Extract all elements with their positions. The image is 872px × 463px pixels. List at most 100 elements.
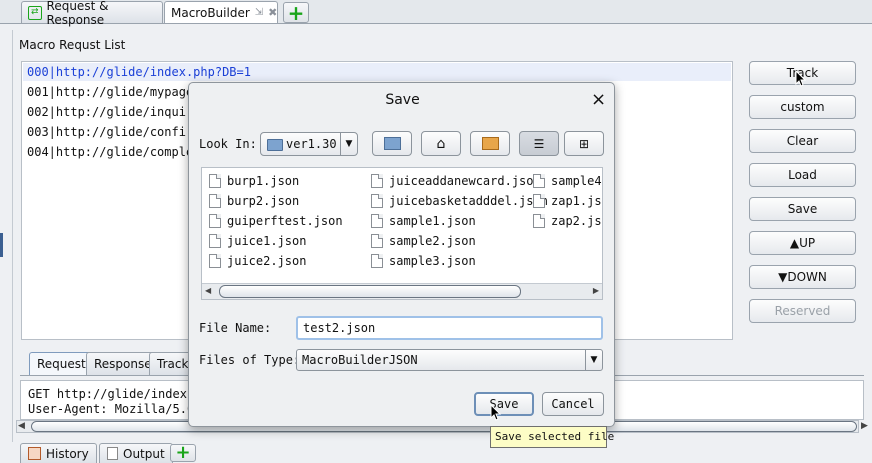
file-item[interactable]: zap1.json	[533, 194, 602, 208]
close-tab-icon[interactable]: ✖	[268, 6, 277, 19]
file-item[interactable]: juicebasketadddel.json	[371, 194, 548, 208]
new-folder-button[interactable]	[470, 131, 510, 156]
file-item[interactable]: burp1.json	[209, 174, 299, 188]
file-item[interactable]: sample2.json	[371, 234, 476, 248]
file-icon	[371, 194, 383, 208]
dialog-save-button[interactable]: Save	[474, 392, 534, 416]
home-icon: ⌂	[436, 135, 446, 152]
list-item[interactable]: 000|http://glide/index.php?DB=1	[27, 65, 251, 79]
file-item[interactable]: guiperftest.json	[209, 214, 343, 228]
up-folder-icon	[383, 137, 401, 150]
file-name: guiperftest.json	[227, 214, 343, 228]
look-in-select[interactable]: ver1.30 ▼	[260, 132, 358, 156]
file-name: zap1.json	[551, 194, 602, 208]
folder-icon	[267, 139, 283, 151]
file-name: burp1.json	[227, 174, 300, 188]
tab-label: Request & Response	[46, 0, 109, 27]
file-item[interactable]: juiceaddanewcard.json	[371, 174, 541, 188]
file-name: sample1.json	[389, 214, 476, 228]
file-icon	[209, 194, 221, 208]
file-item[interactable]: burp2.json	[209, 194, 299, 208]
close-dialog-icon[interactable]: ×	[591, 89, 606, 110]
add-bottom-tab-button[interactable]: +	[170, 444, 196, 462]
left-edge-marker	[0, 233, 3, 257]
file-type-select[interactable]: MacroBuilderJSON ▼	[296, 349, 603, 371]
file-icon	[533, 174, 545, 188]
home-button[interactable]: ⌂	[421, 131, 461, 156]
swap-arrows-icon: ⇄	[28, 5, 42, 20]
mouse-cursor-icon	[490, 404, 502, 421]
file-type-label: Files of Type:	[199, 353, 301, 367]
tab-label: History	[46, 446, 89, 461]
dialog-cancel-button[interactable]: Cancel	[542, 392, 604, 416]
look-in-label: Look In:	[199, 137, 257, 151]
dropdown-arrow-icon: ▼	[340, 133, 357, 155]
file-name-input[interactable]: test2.json	[296, 316, 603, 340]
file-item[interactable]: sample4.j	[533, 174, 602, 188]
tab-label: Output	[123, 446, 165, 461]
save-button[interactable]: Save	[749, 197, 856, 221]
file-name: burp2.json	[227, 194, 300, 208]
file-icon	[371, 174, 383, 188]
file-icon	[533, 194, 545, 208]
panel-title: Macro Requst List	[19, 38, 126, 52]
clear-button[interactable]: Clear	[749, 129, 856, 153]
file-icon	[371, 234, 383, 248]
scroll-right-icon[interactable]: ▶	[861, 421, 868, 431]
tab-output[interactable]: Output	[99, 443, 173, 463]
add-tab-button[interactable]: +	[283, 2, 309, 23]
file-item[interactable]: juice2.json	[209, 254, 306, 268]
plus-icon: +	[175, 442, 191, 463]
file-name: juiceaddanewcard.json	[389, 174, 541, 188]
file-icon	[209, 214, 221, 228]
load-button[interactable]: Load	[749, 163, 856, 187]
down-button[interactable]: ▼DOWN	[749, 265, 856, 289]
plus-icon: +	[287, 0, 305, 25]
file-type-value: MacroBuilderJSON	[302, 353, 418, 367]
new-folder-icon	[481, 137, 499, 150]
dialog-title: Save	[385, 92, 420, 108]
dropdown-arrow-icon: ▼	[585, 350, 602, 370]
scroll-left-icon[interactable]: ◀	[18, 421, 25, 431]
tab-macrobuilder[interactable]: MacroBuilder ⇲ ✖	[164, 1, 278, 23]
file-item[interactable]: sample3.json	[371, 254, 476, 268]
file-icon	[209, 174, 221, 188]
file-item[interactable]: sample1.json	[371, 214, 476, 228]
file-name: zap2.json	[551, 214, 602, 228]
file-name-label: File Name:	[199, 321, 272, 335]
file-name: sample2.json	[389, 234, 476, 248]
scroll-right-icon[interactable]: ▶	[593, 286, 599, 295]
document-icon	[107, 447, 118, 460]
file-item[interactable]: zap2.json	[533, 214, 602, 228]
file-name: juice1.json	[227, 234, 307, 248]
save-tooltip: Save selected file	[490, 426, 614, 448]
scroll-left-icon[interactable]: ◀	[205, 286, 211, 295]
details-view-icon: ⊞	[578, 136, 590, 151]
up-button[interactable]: ▲UP	[749, 231, 856, 255]
tab-request-response[interactable]: ⇄ Request & Response	[21, 0, 163, 27]
mouse-cursor-icon	[795, 70, 807, 87]
tab-history[interactable]: History	[20, 443, 97, 463]
reserved-button: Reserved	[749, 299, 856, 323]
tab-request[interactable]: Request	[29, 352, 94, 375]
file-icon	[209, 254, 221, 268]
list-view-button[interactable]: ☰	[519, 131, 559, 156]
custom-button[interactable]: custom	[749, 95, 856, 119]
file-list[interactable]: burp1.json burp2.json guiperftest.json j…	[201, 167, 603, 300]
calendar-icon	[28, 447, 41, 460]
pin-icon[interactable]: ⇲	[255, 7, 263, 18]
file-name: juice2.json	[227, 254, 307, 268]
file-icon	[371, 254, 383, 268]
file-name: juicebasketadddel.json	[389, 194, 548, 208]
details-view-button[interactable]: ⊞	[564, 131, 604, 156]
file-list-scrollbar[interactable]: ◀ ▶	[202, 283, 602, 299]
file-name: sample4.j	[551, 174, 602, 188]
file-icon	[209, 234, 221, 248]
look-in-value: ver1.30	[286, 137, 337, 151]
scroll-thumb[interactable]	[219, 285, 521, 298]
up-folder-button[interactable]	[372, 131, 412, 156]
file-icon	[371, 214, 383, 228]
file-name: sample3.json	[389, 254, 476, 268]
file-item[interactable]: juice1.json	[209, 234, 306, 248]
save-dialog: Save × Look In: ver1.30 ▼ ⌂ ☰ ⊞ burp1.js…	[188, 82, 615, 427]
